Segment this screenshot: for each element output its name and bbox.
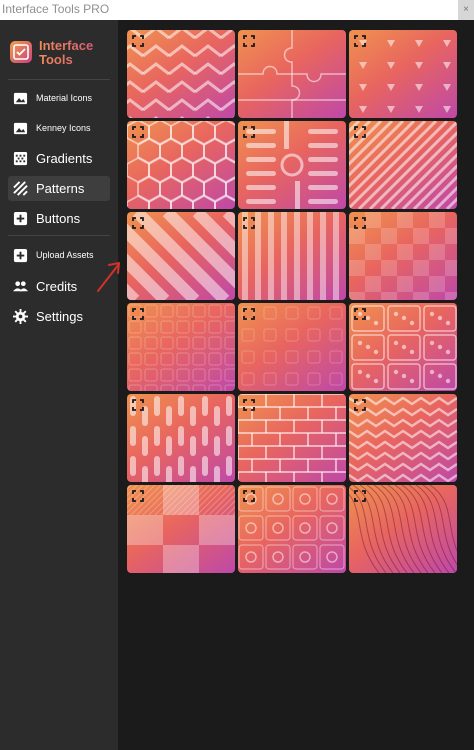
- checklist-icon: [10, 41, 32, 63]
- add-box-icon: [13, 248, 28, 263]
- image-icon: [13, 92, 28, 105]
- stripes-icon: [13, 181, 28, 196]
- fullscreen-icon[interactable]: [354, 217, 366, 229]
- people-icon: [13, 281, 28, 292]
- fullscreen-icon[interactable]: [243, 308, 255, 320]
- window-titlebar: Interface Tools PRO ×: [0, 0, 474, 20]
- gradient-icon: [13, 151, 28, 166]
- bricks-pattern[interactable]: [238, 394, 346, 482]
- sidebar-item-patterns[interactable]: Patterns: [8, 176, 110, 201]
- fullscreen-icon[interactable]: [354, 490, 366, 502]
- annotation-arrow: [97, 262, 120, 292]
- topography-pattern[interactable]: [349, 485, 457, 573]
- sidebar: Interface Tools Material Icons Kenney Ic…: [0, 20, 118, 750]
- fullscreen-icon[interactable]: [243, 399, 255, 411]
- thin-diagonal-stripes-pattern[interactable]: [349, 121, 457, 209]
- dominoes-pattern[interactable]: [349, 303, 457, 391]
- sidebar-item-kenney-icons[interactable]: Kenney Icons: [8, 116, 110, 141]
- studs-pattern[interactable]: [238, 485, 346, 573]
- squares-grid-pattern[interactable]: [127, 303, 235, 391]
- fullscreen-icon[interactable]: [354, 126, 366, 138]
- puzzle-pattern[interactable]: [238, 30, 346, 118]
- sidebar-item-label: Patterns: [36, 181, 85, 196]
- app-name: Interface Tools: [39, 39, 111, 67]
- hatched-checker-pattern[interactable]: [127, 485, 235, 573]
- add-box-icon: [13, 211, 28, 226]
- fullscreen-icon[interactable]: [243, 217, 255, 229]
- fullscreen-icon[interactable]: [132, 308, 144, 320]
- sidebar-item-label: Settings: [36, 309, 83, 324]
- sidebar-item-gradients[interactable]: Gradients: [8, 146, 110, 171]
- image-icon: [13, 122, 28, 135]
- gear-icon: [13, 309, 28, 324]
- triangles-pattern[interactable]: [349, 30, 457, 118]
- fullscreen-icon[interactable]: [354, 399, 366, 411]
- fullscreen-icon[interactable]: [354, 308, 366, 320]
- sidebar-divider: [8, 79, 110, 80]
- fullscreen-icon[interactable]: [132, 217, 144, 229]
- fullscreen-icon[interactable]: [354, 35, 366, 47]
- zigzag-pattern[interactable]: [349, 394, 457, 482]
- window-title: Interface Tools PRO: [2, 2, 110, 16]
- pills-pattern[interactable]: [127, 394, 235, 482]
- fullscreen-icon[interactable]: [132, 399, 144, 411]
- sidebar-item-label: Buttons: [36, 211, 81, 226]
- sidebar-item-label: Credits: [36, 279, 78, 294]
- close-window-button[interactable]: ×: [458, 0, 474, 20]
- faint-icons-pattern[interactable]: [238, 303, 346, 391]
- sidebar-item-label: Gradients: [36, 151, 93, 166]
- sidebar-item-settings[interactable]: Settings: [8, 304, 110, 329]
- fullscreen-icon[interactable]: [243, 490, 255, 502]
- fullscreen-icon[interactable]: [132, 126, 144, 138]
- chevron-pattern[interactable]: [127, 30, 235, 118]
- hexagon-pattern[interactable]: [127, 121, 235, 209]
- sidebar-item-label: Material Icons: [36, 93, 93, 103]
- sidebar-item-label: Kenney Icons: [36, 123, 91, 133]
- circuit-pattern[interactable]: [238, 121, 346, 209]
- fullscreen-icon[interactable]: [243, 126, 255, 138]
- sidebar-item-buttons[interactable]: Buttons: [8, 206, 110, 231]
- wide-diagonal-stripes-pattern[interactable]: [127, 212, 235, 300]
- fullscreen-icon[interactable]: [132, 35, 144, 47]
- app-logo: Interface Tools: [8, 37, 112, 77]
- fullscreen-icon[interactable]: [132, 490, 144, 502]
- vertical-stripes-pattern[interactable]: [238, 212, 346, 300]
- checkerboard-pattern[interactable]: [349, 212, 457, 300]
- sidebar-divider: [8, 235, 110, 236]
- sidebar-item-label: Upload Assets: [36, 250, 94, 260]
- sidebar-item-material-icons[interactable]: Material Icons: [8, 86, 110, 111]
- fullscreen-icon[interactable]: [243, 35, 255, 47]
